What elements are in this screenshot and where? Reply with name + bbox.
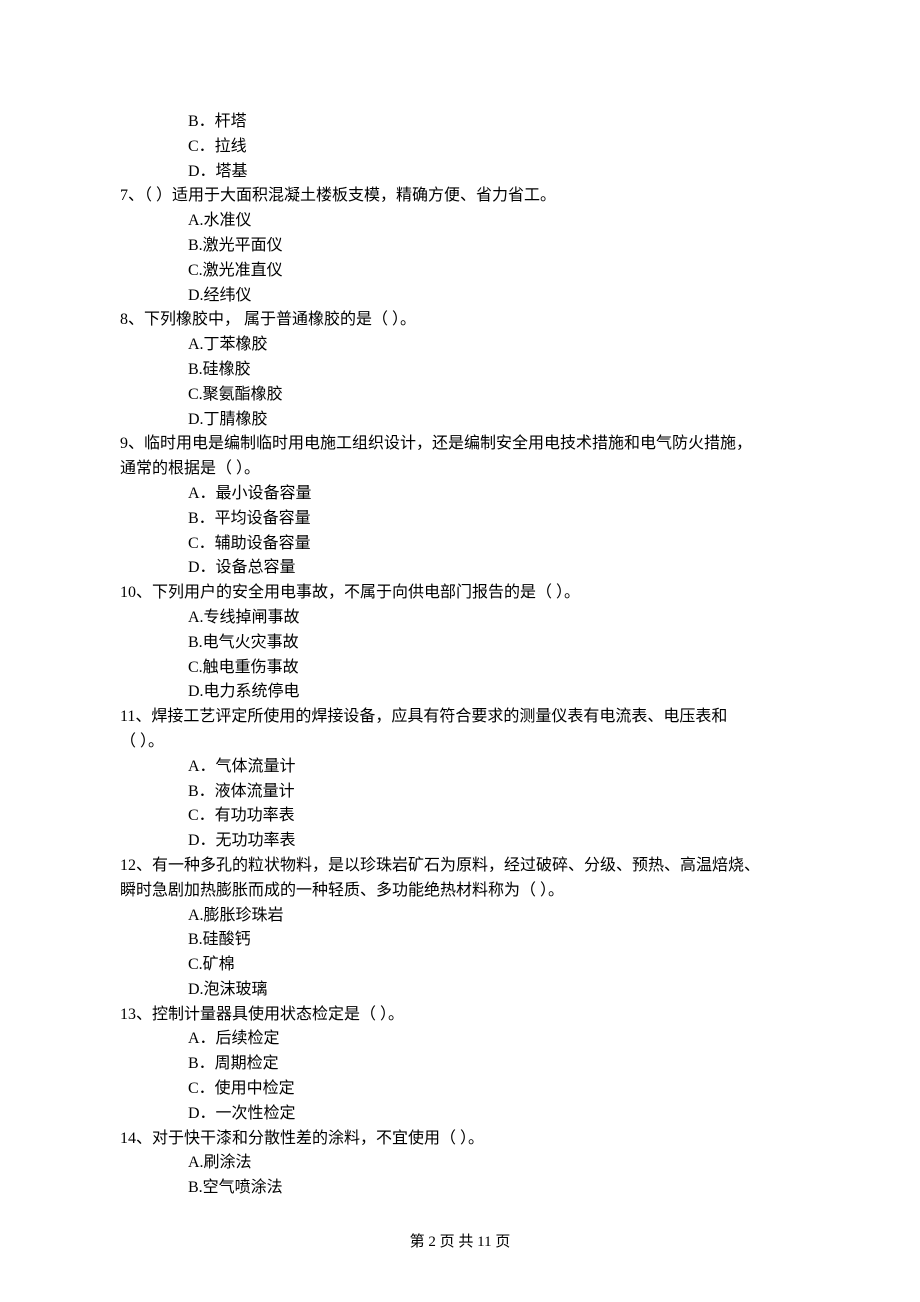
q10-option-c: C.触电重伤事故 [120,656,800,681]
q12-option-c: C.矿棉 [120,953,800,978]
q7-option-d: D.经纬仪 [120,284,800,309]
q6-option-c: C．拉线 [120,135,800,160]
q8-option-a: A.丁苯橡胶 [120,333,800,358]
q14-option-a: A.刷涂法 [120,1151,800,1176]
q10-option-a: A.专线掉闸事故 [120,606,800,631]
q11-stem-line2: （ ）。 [120,730,800,755]
q10-option-d: D.电力系统停电 [120,680,800,705]
q10-option-b: B.电气火灾事故 [120,631,800,656]
q7-stem: 7、（ ）适用于大面积混凝土楼板支模，精确方便、省力省工。 [120,184,800,209]
q9-option-a: A．最小设备容量 [120,482,800,507]
q9-option-d: D．设备总容量 [120,556,800,581]
q7-option-c: C.激光准直仪 [120,259,800,284]
q9-stem-line1: 9、临时用电是编制临时用电施工组织设计，还是编制安全用电技术措施和电气防火措施， [120,432,800,457]
q12-option-a: A.膨胀珍珠岩 [120,904,800,929]
q7-option-b: B.激光平面仪 [120,234,800,259]
page: B．杆塔 C．拉线 D．塔基 7、（ ）适用于大面积混凝土楼板支模，精确方便、省… [0,0,920,1302]
q13-option-a: A．后续检定 [120,1027,800,1052]
q14-option-b: B.空气喷涂法 [120,1176,800,1201]
q11-stem-line1: 11、焊接工艺评定所使用的焊接设备，应具有符合要求的测量仪表有电流表、电压表和 [120,705,800,730]
q13-option-d: D．一次性检定 [120,1102,800,1127]
q13-stem: 13、控制计量器具使用状态检定是（ ）。 [120,1003,800,1028]
q8-option-c: C.聚氨酯橡胶 [120,383,800,408]
q8-stem: 8、下列橡胶中， 属于普通橡胶的是（ ）。 [120,308,800,333]
q12-stem-line1: 12、有一种多孔的粒状物料，是以珍珠岩矿石为原料，经过破碎、分级、预热、高温焙烧… [120,854,800,879]
q12-option-d: D.泡沫玻璃 [120,978,800,1003]
q10-stem: 10、下列用户的安全用电事故，不属于向供电部门报告的是（ ）。 [120,581,800,606]
page-footer: 第 2 页 共 11 页 [0,1231,920,1254]
q14-stem: 14、对于快干漆和分散性差的涂料，不宜使用（ ）。 [120,1127,800,1152]
q9-stem-line2: 通常的根据是（ ）。 [120,457,800,482]
q11-option-a: A．气体流量计 [120,755,800,780]
q12-stem-line2: 瞬时急剧加热膨胀而成的一种轻质、多功能绝热材料称为（ ）。 [120,879,800,904]
q8-option-b: B.硅橡胶 [120,358,800,383]
q6-option-d: D．塔基 [120,160,800,185]
q13-option-c: C．使用中检定 [120,1077,800,1102]
q13-option-b: B．周期检定 [120,1052,800,1077]
q7-option-a: A.水准仪 [120,209,800,234]
q11-option-b: B．液体流量计 [120,780,800,805]
q11-option-d: D．无功功率表 [120,829,800,854]
q9-option-c: C．辅助设备容量 [120,532,800,557]
q11-option-c: C．有功功率表 [120,804,800,829]
q6-option-b: B．杆塔 [120,110,800,135]
q12-option-b: B.硅酸钙 [120,928,800,953]
q9-option-b: B．平均设备容量 [120,507,800,532]
q8-option-d: D.丁腈橡胶 [120,408,800,433]
